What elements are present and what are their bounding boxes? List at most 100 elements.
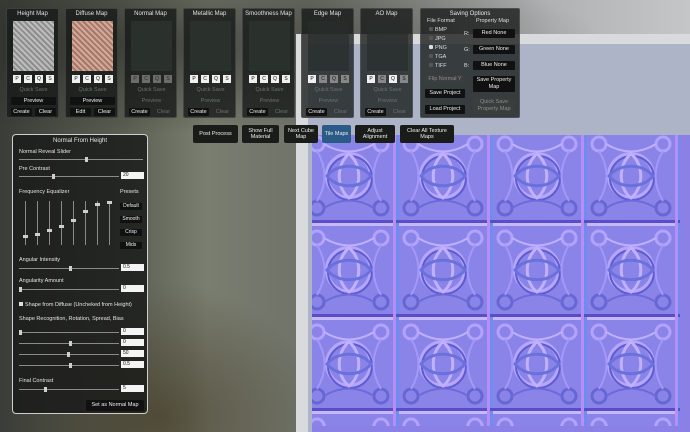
toggle-p[interactable]: P [131, 75, 139, 83]
create-button[interactable]: Create [11, 108, 32, 116]
clear-all-texture-maps-button[interactable]: Clear All Texture Maps [400, 125, 454, 143]
preview-button[interactable]: Preview [306, 97, 351, 105]
toggle-q[interactable]: Q [330, 75, 338, 83]
toggle-q[interactable]: Q [153, 75, 161, 83]
quick-save-button[interactable]: Quick Save [70, 86, 115, 94]
quick-save-property-map-button[interactable]: Quick Save Property Map [473, 98, 515, 114]
slider-knob[interactable] [19, 330, 22, 335]
toggle-s[interactable]: S [46, 75, 54, 83]
save-project-button[interactable]: Save Project [425, 89, 465, 98]
preview-button[interactable]: Preview [129, 97, 174, 105]
preview-button[interactable]: Preview [188, 97, 233, 105]
normal-reveal-slider[interactable] [19, 157, 143, 162]
normal-map-preview[interactable] [312, 135, 690, 432]
toggle-q[interactable]: Q [389, 75, 397, 83]
format-tga-radio[interactable]: TGA [429, 54, 446, 60]
toggle-c[interactable]: C [201, 75, 209, 83]
clear-button[interactable]: Clear [389, 108, 410, 116]
preview-button[interactable]: Preview [365, 97, 410, 105]
diffuse-map-thumbnail[interactable] [72, 21, 113, 71]
final-contrast-field[interactable]: 5 [121, 385, 144, 392]
eq-band-8-slider[interactable] [107, 201, 112, 245]
clear-button[interactable]: Clear [212, 108, 233, 116]
eq-band-6-slider[interactable] [83, 201, 88, 245]
edit-button[interactable]: Edit [70, 108, 91, 116]
save-property-map-button[interactable]: Save Property Map [473, 76, 515, 92]
toggle-s[interactable]: S [223, 75, 231, 83]
load-project-button[interactable]: Load Project [425, 105, 465, 114]
edge-map-thumbnail[interactable] [308, 21, 349, 71]
angularity-amount-slider[interactable] [19, 287, 119, 292]
quick-save-button[interactable]: Quick Save [188, 86, 233, 94]
slider-knob[interactable] [71, 219, 76, 222]
toggle-s[interactable]: S [400, 75, 408, 83]
eq-band-5-slider[interactable] [71, 201, 76, 245]
toggle-p[interactable]: P [308, 75, 316, 83]
toggle-p[interactable]: P [72, 75, 80, 83]
preset-crisp-button[interactable]: Crisp [120, 229, 142, 236]
quick-save-button[interactable]: Quick Save [365, 86, 410, 94]
create-button[interactable]: Create [306, 108, 327, 116]
create-button[interactable]: Create [188, 108, 209, 116]
adjust-alignment-button[interactable]: Adjust Alignment [355, 125, 395, 143]
toggle-c[interactable]: C [319, 75, 327, 83]
next-cube-map-button[interactable]: Next Cube Map [284, 125, 318, 143]
slider-knob[interactable] [95, 203, 100, 206]
clear-button[interactable]: Clear [330, 108, 351, 116]
show-full-material-button[interactable]: Show Full Material [242, 125, 279, 143]
create-button[interactable]: Create [365, 108, 386, 116]
toggle-s[interactable]: S [164, 75, 172, 83]
toggle-c[interactable]: C [142, 75, 150, 83]
angularity-amount-field[interactable]: 0 [121, 285, 144, 292]
toggle-c[interactable]: C [378, 75, 386, 83]
slider-knob[interactable] [35, 233, 40, 236]
clear-button[interactable]: Clear [94, 108, 115, 116]
post-process-button[interactable]: Post Process [193, 125, 238, 143]
clear-button[interactable]: Clear [153, 108, 174, 116]
format-png-radio[interactable]: PNG [429, 45, 447, 51]
pre-contrast-field[interactable]: 20 [121, 172, 144, 179]
toggle-s[interactable]: S [105, 75, 113, 83]
create-button[interactable]: Create [129, 108, 150, 116]
shape-bias-slider[interactable] [19, 363, 119, 368]
toggle-c[interactable]: C [260, 75, 268, 83]
create-button[interactable]: Create [247, 108, 268, 116]
metallic-map-thumbnail[interactable] [190, 21, 231, 71]
toggle-s[interactable]: S [282, 75, 290, 83]
height-map-thumbnail[interactable] [13, 21, 54, 71]
pre-contrast-slider[interactable] [19, 174, 119, 179]
slider-knob[interactable] [47, 229, 52, 232]
quick-save-button[interactable]: Quick Save [129, 86, 174, 94]
format-tiff-radio[interactable]: TIFF [429, 63, 447, 69]
slider-knob[interactable] [44, 387, 47, 392]
format-jpg-radio[interactable]: JPG [429, 36, 446, 42]
blue-channel-button[interactable]: Blue None [473, 61, 515, 70]
toggle-q[interactable]: Q [212, 75, 220, 83]
toggle-q[interactable]: Q [35, 75, 43, 83]
toggle-p[interactable]: P [190, 75, 198, 83]
toggle-q[interactable]: Q [94, 75, 102, 83]
preview-button[interactable]: Preview [247, 97, 292, 105]
preset-mids-button[interactable]: Mids [120, 242, 142, 249]
slider-knob[interactable] [83, 210, 88, 213]
eq-band-2-slider[interactable] [35, 201, 40, 245]
flip-normal-y-button[interactable]: Flip Normal Y [425, 75, 465, 83]
preset-default-button[interactable]: Default [120, 203, 142, 210]
format-bmp-radio[interactable]: BMP [429, 27, 447, 33]
slider-knob[interactable] [67, 352, 70, 357]
quick-save-button[interactable]: Quick Save [306, 86, 351, 94]
tile-maps-button[interactable]: Tile Maps [322, 125, 351, 143]
toggle-c[interactable]: C [83, 75, 91, 83]
toggle-s[interactable]: S [341, 75, 349, 83]
toggle-p[interactable]: P [13, 75, 21, 83]
smoothness-map-thumbnail[interactable] [249, 21, 290, 71]
red-channel-button[interactable]: Red None [473, 29, 515, 38]
shape-recognition-slider[interactable] [19, 330, 119, 335]
eq-band-4-slider[interactable] [59, 201, 64, 245]
quick-save-button[interactable]: Quick Save [11, 86, 56, 94]
preview-button[interactable]: Preview [11, 97, 56, 105]
slider-knob[interactable] [69, 266, 72, 271]
slider-knob[interactable] [85, 157, 88, 162]
slider-knob[interactable] [69, 363, 72, 368]
slider-knob[interactable] [23, 235, 28, 238]
